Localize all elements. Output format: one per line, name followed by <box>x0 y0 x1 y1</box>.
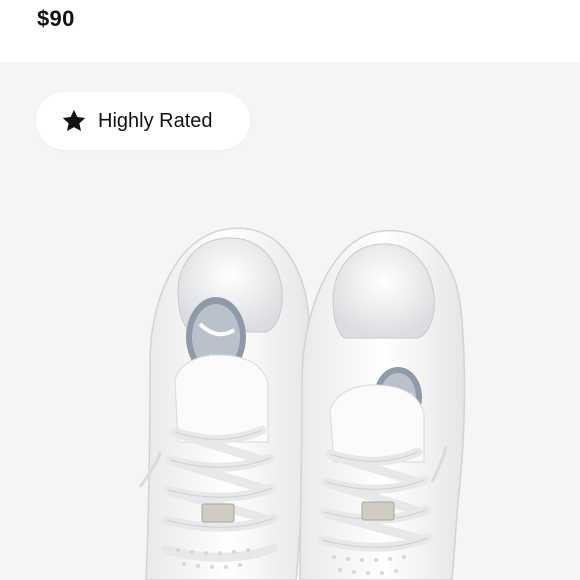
highly-rated-badge: Highly Rated <box>36 92 250 150</box>
right-shoe <box>299 229 466 580</box>
left-shoe: AIR <box>138 227 312 580</box>
badge-label: Highly Rated <box>98 109 213 132</box>
price-bar: $90 <box>0 0 580 62</box>
star-icon <box>62 109 86 132</box>
product-price: $90 <box>37 6 75 31</box>
